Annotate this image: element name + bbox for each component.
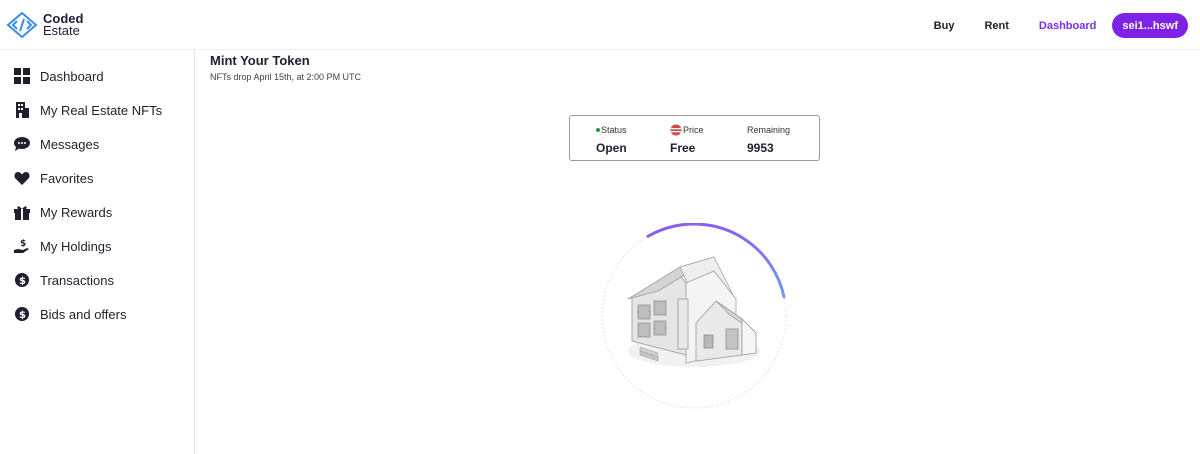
sidebar-item-label: My Holdings [40,238,112,254]
hand-dollar-icon: $ [14,238,30,254]
sidebar-item-bids-offers[interactable]: $ Bids and offers [14,304,126,324]
stat-remaining-value: 9953 [747,141,774,155]
sidebar-item-label: Bids and offers [40,306,127,322]
mint-stats-card: Status Open Price Free Remaining 9953 [569,115,820,161]
stat-status-value: Open [596,141,627,155]
logo[interactable]: Coded Estate [6,12,83,38]
sidebar-item-holdings[interactable]: $ My Holdings [14,236,112,256]
dashboard-grid-icon [14,68,30,84]
sidebar-item-real-estate-nfts[interactable]: My Real Estate NFTs [14,100,162,120]
stat-price-value: Free [670,141,696,155]
heart-icon [14,170,30,186]
gift-icon [14,204,30,220]
top-nav: Buy Rent Dashboard sei1...hswf [904,13,1188,38]
stat-remaining-label: Remaining [747,125,791,135]
sidebar-item-label: My Real Estate NFTs [40,102,163,118]
logo-icon [6,12,38,38]
sidebar-item-dashboard[interactable]: Dashboard [14,66,104,86]
sidebar-item-rewards[interactable]: My Rewards [14,202,112,222]
nav-buy-link[interactable]: Buy [934,20,955,32]
sidebar-item-label: Favorites [40,170,94,186]
sidebar-item-label: Transactions [40,272,114,288]
nav-dashboard-link[interactable]: Dashboard [1039,20,1096,32]
logo-line2: Estate [43,23,80,38]
top-header: Coded Estate Buy Rent Dashboard sei1...h… [0,0,1200,50]
logo-text: Coded Estate [43,12,83,38]
page-subtitle: NFTs drop April 15th, at 2:00 PM UTC [210,72,362,82]
sidebar-item-favorites[interactable]: Favorites [14,168,93,188]
stat-status-label: Status [601,125,627,135]
stat-remaining: Remaining 9953 [747,124,790,155]
price-tag-icon [670,124,682,136]
svg-text:$: $ [19,310,26,321]
status-dot-icon [596,128,600,132]
sidebar-item-transactions[interactable]: $ Transactions [14,270,114,290]
sidebar-item-label: My Rewards [40,204,113,220]
chat-icon [14,136,30,152]
stat-price: Price Free [670,124,704,155]
dollar-circle-icon: $ [14,272,30,288]
sidebar: Dashboard My Real Estate NFTs Messages F… [0,50,195,454]
page-title: Mint Your Token [210,53,310,68]
wallet-button[interactable]: sei1...hswf [1112,13,1188,38]
sidebar-item-messages[interactable]: Messages [14,134,99,154]
progress-ring-svg [600,222,788,410]
stat-price-label: Price [683,125,704,135]
svg-text:$: $ [19,276,26,287]
nav-rent-link[interactable]: Rent [984,20,1008,32]
stat-status: Status Open [596,124,627,155]
building-icon [14,102,30,118]
mint-progress-ring [596,222,792,419]
dollar-circle-icon: $ [14,306,30,322]
sidebar-item-label: Messages [40,136,100,152]
svg-text:$: $ [20,239,26,249]
sidebar-item-label: Dashboard [40,68,104,84]
